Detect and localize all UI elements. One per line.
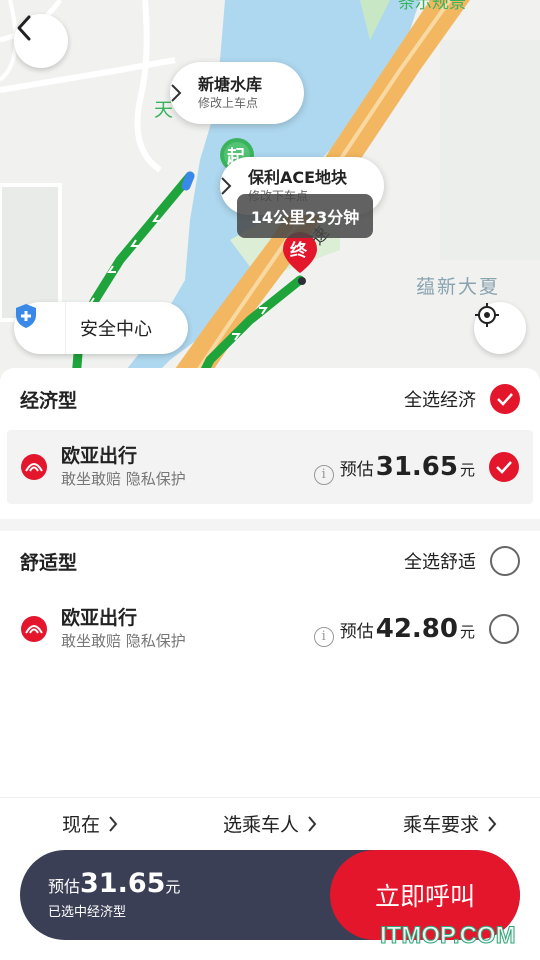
safety-center-label: 安全中心	[80, 319, 152, 340]
callbar-unit: 元	[165, 878, 181, 896]
comfort-section-header: 舒适型 全选舒适	[0, 531, 540, 591]
provider-tags: 敢坐敢赔 隐私保护	[61, 632, 186, 650]
price-unit: 元	[459, 623, 475, 641]
check-icon	[497, 393, 513, 406]
watermark: ITMOP.COM	[380, 922, 517, 950]
economy-provider-row[interactable]: 欧亚出行 敢坐敢赔 隐私保护 i 预估 31.65 元	[7, 430, 533, 504]
shield-icon	[14, 302, 66, 354]
chevron-right-icon	[109, 815, 118, 832]
info-icon[interactable]: i	[313, 464, 334, 485]
select-all-comfort-label[interactable]: 全选舒适	[404, 548, 476, 574]
callbar-price: 31.65	[80, 868, 166, 899]
info-icon[interactable]: i	[313, 626, 334, 647]
map-view[interactable]: 起 终 天 条示规景 蕴新大夏 速 新塘水库 修改上车点 保利ACE地块 修改下…	[0, 0, 540, 390]
provider-logo-icon	[21, 454, 47, 480]
provider-tags: 敢坐敢赔 隐私保护	[61, 470, 186, 488]
comfort-section-title: 舒适型	[20, 551, 78, 574]
economy-section-title: 经济型	[20, 389, 78, 412]
back-button[interactable]	[14, 14, 68, 68]
section-divider	[0, 519, 540, 531]
pickup-title: 新塘水库	[198, 75, 263, 94]
safety-center-button[interactable]: 安全中心	[14, 302, 188, 354]
dropoff-title: 保利ACE地块	[248, 168, 348, 187]
pickup-subtitle: 修改上车点	[198, 96, 259, 110]
chevron-right-icon	[221, 177, 232, 195]
passenger-label: 选乘车人	[222, 814, 299, 836]
locate-icon	[475, 303, 499, 327]
chevron-right-icon	[171, 84, 182, 102]
ride-requirements-option[interactable]: 乘车要求	[360, 798, 540, 849]
ride-options-bar: 现在 选乘车人 乘车要求	[0, 797, 540, 849]
chevron-right-icon	[308, 815, 317, 832]
price-unit: 元	[459, 461, 475, 479]
select-all-comfort-checkbox[interactable]	[490, 546, 520, 576]
provider-checkbox[interactable]	[489, 452, 519, 482]
estimate-label: 预估	[339, 622, 374, 642]
estimate-price: 31.65	[375, 452, 458, 482]
estimate-price: 42.80	[375, 614, 458, 644]
select-all-economy-checkbox[interactable]	[490, 384, 520, 414]
departure-time-option[interactable]: 现在	[0, 798, 180, 849]
back-arrow-icon	[17, 15, 31, 41]
ride-requirements-label: 乘车要求	[402, 814, 479, 836]
callbar-estimate-label: 预估	[48, 877, 81, 896]
passenger-option[interactable]: 选乘车人	[180, 798, 360, 849]
map-label-top: 条示规景	[398, 0, 466, 13]
provider-name: 欧亚出行	[61, 607, 138, 629]
check-icon	[496, 461, 512, 474]
selected-type-text: 已选中经济型	[48, 905, 127, 920]
provider-checkbox[interactable]	[489, 614, 519, 644]
comfort-provider-row[interactable]: 欧亚出行 敢坐敢赔 隐私保护 i 预估 42.80 元	[7, 592, 533, 666]
provider-name: 欧亚出行	[61, 445, 138, 467]
provider-logo-icon	[21, 616, 47, 642]
end-marker-label: 终	[290, 241, 307, 261]
departure-time-label: 现在	[61, 814, 100, 836]
locate-button[interactable]	[474, 302, 526, 354]
pickup-callout[interactable]: 新塘水库 修改上车点	[170, 62, 304, 124]
eta-badge: 14公里23分钟	[237, 194, 373, 238]
estimate-label: 预估	[339, 460, 374, 480]
economy-section-header: 经济型 全选经济	[0, 369, 540, 429]
select-all-economy-label[interactable]: 全选经济	[404, 386, 476, 412]
chevron-right-icon	[488, 815, 497, 832]
map-place-label: 蕴新大夏	[416, 276, 501, 298]
